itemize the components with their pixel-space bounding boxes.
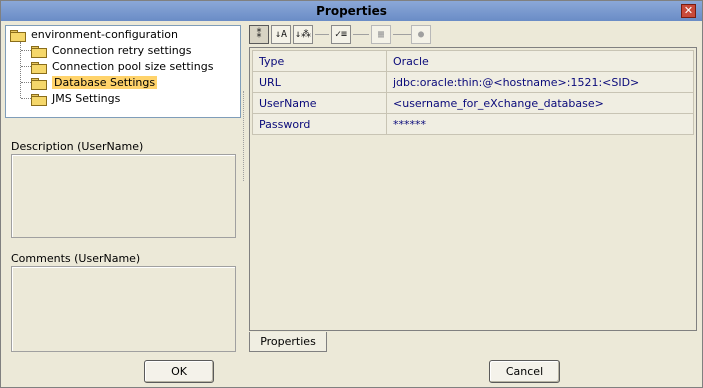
- property-key: Password: [252, 113, 387, 135]
- title-bar: Properties ✕: [1, 1, 702, 21]
- comments-field[interactable]: [11, 266, 236, 352]
- tree-item-connection-pool[interactable]: Connection pool size settings: [30, 59, 213, 75]
- tree-item-root[interactable]: environment-configuration: [9, 27, 178, 43]
- property-key: URL: [252, 71, 387, 93]
- checklist-icon[interactable]: ✓≡: [331, 25, 351, 44]
- folder-icon: [30, 61, 47, 74]
- properties-dialog: Properties ✕ environment-configuration C…: [0, 0, 703, 388]
- categorized-icon[interactable]: ⁑: [249, 25, 269, 44]
- folder-icon: [30, 93, 47, 106]
- folder-icon: [9, 29, 26, 42]
- close-icon[interactable]: ✕: [681, 4, 696, 18]
- tab-properties[interactable]: Properties: [249, 332, 327, 352]
- table-row[interactable]: Type Oracle: [252, 50, 694, 72]
- tree-item-database-settings[interactable]: Database Settings: [30, 75, 158, 91]
- tree-item-jms-settings[interactable]: JMS Settings: [30, 91, 120, 107]
- window-title: Properties: [316, 4, 387, 18]
- table-row[interactable]: Password ******: [252, 113, 694, 135]
- ok-button[interactable]: OK: [144, 360, 214, 383]
- property-value[interactable]: <username_for_eXchange_database>: [386, 92, 694, 114]
- property-table: Type Oracle URL jdbc:oracle:thin:@<hostn…: [252, 50, 694, 135]
- description-label: Description (UserName): [11, 140, 144, 153]
- comments-label: Comments (UserName): [11, 252, 141, 265]
- toolbar-separator: [315, 34, 329, 35]
- property-value[interactable]: ******: [386, 113, 694, 135]
- table-row[interactable]: URL jdbc:oracle:thin:@<hostname>:1521:<S…: [252, 71, 694, 93]
- sort-category-icon[interactable]: ↓⁂: [293, 25, 313, 44]
- info-icon[interactable]: ●: [411, 25, 431, 44]
- sort-az-icon[interactable]: ↓A: [271, 25, 291, 44]
- toolbar-separator: [393, 34, 411, 35]
- tree-item-connection-retry[interactable]: Connection retry settings: [30, 43, 192, 59]
- grid-icon[interactable]: ▦: [371, 25, 391, 44]
- settings-tree: environment-configuration Connection ret…: [5, 25, 241, 118]
- toolbar-separator: [353, 34, 369, 35]
- description-field[interactable]: [11, 154, 236, 238]
- cancel-button[interactable]: Cancel: [489, 360, 560, 383]
- folder-icon: [30, 45, 47, 58]
- folder-icon: [30, 77, 47, 90]
- property-key: UserName: [252, 92, 387, 114]
- property-value[interactable]: jdbc:oracle:thin:@<hostname>:1521:<SID>: [386, 71, 694, 93]
- table-row[interactable]: UserName <username_for_eXchange_database…: [252, 92, 694, 114]
- property-sheet: Type Oracle URL jdbc:oracle:thin:@<hostn…: [249, 47, 697, 331]
- property-key: Type: [252, 50, 387, 72]
- property-value[interactable]: Oracle: [386, 50, 694, 72]
- splitter-handle[interactable]: [243, 91, 245, 181]
